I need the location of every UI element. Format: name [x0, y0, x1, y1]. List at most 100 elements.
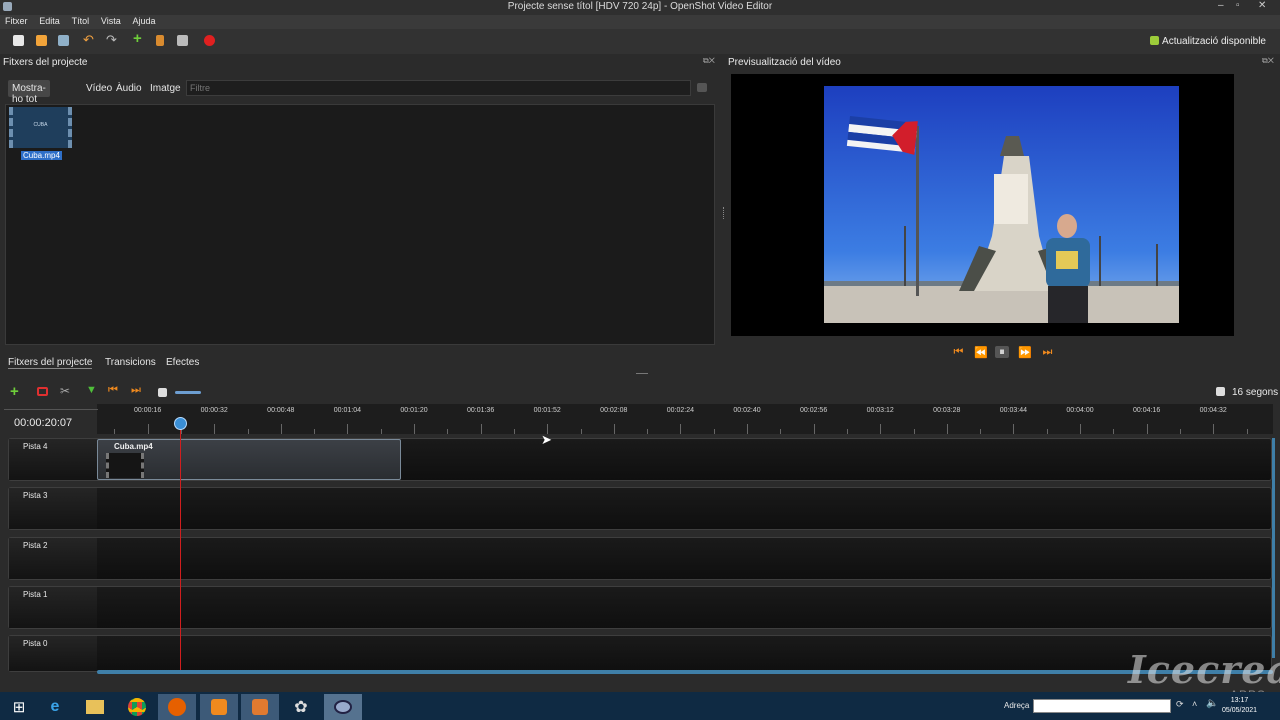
ruler-tick: [880, 424, 882, 434]
track-3[interactable]: Pista 3: [8, 487, 1272, 530]
ruler-tick: [647, 429, 649, 434]
clip-thumbnail: [106, 453, 144, 478]
tray-up-icon[interactable]: ˄: [1192, 699, 1197, 709]
taskbar-app-orange[interactable]: [200, 694, 238, 720]
close-button[interactable]: ✕: [1258, 0, 1266, 11]
taskbar-openshot[interactable]: [324, 694, 362, 720]
volume-icon[interactable]: 🔈: [1206, 698, 1218, 709]
menu-file[interactable]: Fitxer: [0, 15, 32, 26]
firefox-icon: [168, 698, 186, 716]
ruler-tick: [1146, 424, 1148, 434]
filter-input[interactable]: [186, 80, 691, 96]
playhead-line: [180, 424, 181, 672]
zoom-checkbox[interactable]: [1216, 387, 1225, 396]
dock-splitter[interactable]: [636, 373, 648, 374]
timeline-vscrollbar[interactable]: [1272, 438, 1275, 658]
track-header[interactable]: Pista 2: [9, 538, 97, 579]
add-track-icon[interactable]: +: [10, 383, 19, 400]
add-marker-icon[interactable]: ▼: [86, 384, 97, 396]
snap-icon[interactable]: [37, 387, 48, 396]
files-panel-close-icon[interactable]: ⧉✕: [703, 56, 715, 66]
ruler-label: 00:01:04: [333, 407, 362, 414]
ruler-label: 00:03:44: [999, 407, 1028, 414]
ruler-label: 00:00:48: [267, 407, 295, 414]
filter-image[interactable]: Imatge: [146, 80, 185, 97]
timeline-clip[interactable]: Cuba.mp4: [97, 439, 401, 480]
address-input[interactable]: [1033, 699, 1171, 713]
track-header[interactable]: Pista 0: [9, 636, 97, 671]
profile-icon[interactable]: [156, 35, 164, 46]
preview-panel-close-icon[interactable]: ⧉✕: [1262, 56, 1274, 66]
next-marker-icon[interactable]: ⏭: [131, 384, 141, 397]
filter-show-all[interactable]: Mostra-ho tot: [8, 80, 50, 105]
ruler-label: 00:02:24: [666, 407, 695, 414]
menu-title[interactable]: Títol: [67, 15, 94, 26]
track-header[interactable]: Pista 1: [9, 587, 97, 628]
file-name-label[interactable]: Cuba.mp4: [21, 151, 62, 160]
menu-view[interactable]: Vista: [96, 15, 125, 26]
ruler-label: 00:01:36: [466, 407, 495, 414]
taskbar-chrome[interactable]: [118, 694, 156, 720]
razor-icon[interactable]: ✂: [60, 384, 70, 398]
center-timeline-icon[interactable]: [158, 388, 167, 397]
track-0[interactable]: Pista 0: [8, 635, 1272, 672]
menu-help[interactable]: Ajuda: [128, 15, 160, 26]
rewind-icon[interactable]: ⏪: [974, 346, 988, 359]
ruler-label: 00:04:16: [1132, 407, 1161, 414]
ruler-divider: [4, 409, 98, 410]
maximize-button[interactable]: ▫: [1236, 0, 1240, 11]
tab-effects[interactable]: Efectes: [166, 357, 199, 368]
tab-transitions[interactable]: Transicions: [105, 357, 156, 368]
undo-icon[interactable]: ↶: [83, 32, 97, 47]
open-project-icon[interactable]: [36, 35, 47, 46]
ruler-tick: [580, 429, 582, 434]
track-header[interactable]: Pista 4: [9, 439, 97, 480]
recorder-icon: [211, 699, 227, 715]
ruler-tick: [813, 424, 815, 434]
ruler-tick: [680, 424, 682, 434]
taskbar-firefox[interactable]: [158, 694, 196, 720]
timeline-scrollbar[interactable]: [97, 670, 1273, 674]
timeline-toolbar: + ✂ ▼ ⏮ ⏭ 16 segons: [0, 382, 1280, 402]
ruler-label: 00:00:32: [200, 407, 228, 414]
tab-project-files[interactable]: Fitxers del projecte: [8, 357, 93, 369]
track-1[interactable]: Pista 1: [8, 586, 1272, 629]
taskbar-ie[interactable]: e: [36, 694, 74, 720]
track-header[interactable]: Pista 3: [9, 488, 97, 529]
filter-audio[interactable]: Àudio: [112, 80, 146, 97]
timeline-ruler[interactable]: 00:00:16 00:00:32 00:00:48 00:01:04 00:01:20…: [97, 404, 1273, 434]
export-video-icon[interactable]: [204, 35, 215, 46]
taskbar: ⊞ e ✿ Adreça ⟳ ˄ 🔈 13:17 05/05/2021: [0, 692, 1280, 720]
update-available-button[interactable]: Actualització disponible: [1150, 36, 1266, 47]
track-label: Pista 2: [23, 541, 48, 550]
zoom-slider[interactable]: [175, 391, 201, 394]
taskbar-app-orange-2[interactable]: [241, 694, 279, 720]
pause-button[interactable]: ⏸: [995, 346, 1009, 358]
splitter-handle[interactable]: [723, 207, 725, 219]
redo-icon[interactable]: ↷: [106, 32, 120, 47]
fast-forward-icon[interactable]: ⏩: [1018, 346, 1032, 359]
refresh-icon[interactable]: ⟳: [1176, 699, 1184, 710]
track-2[interactable]: Pista 2: [8, 537, 1272, 580]
new-project-icon[interactable]: [13, 35, 24, 46]
playhead-handle[interactable]: [174, 417, 187, 430]
previous-marker-icon[interactable]: ⏮: [108, 384, 118, 397]
jump-start-icon[interactable]: ⏮: [952, 346, 965, 358]
menu-edit[interactable]: Edita: [34, 15, 64, 26]
save-project-icon[interactable]: [58, 35, 69, 46]
fullscreen-icon[interactable]: [177, 35, 188, 46]
file-thumbnail[interactable]: CUBA: [9, 107, 72, 148]
import-files-icon[interactable]: +: [133, 30, 144, 47]
internet-explorer-icon: e: [50, 698, 60, 715]
video-frame: [824, 86, 1179, 323]
start-button[interactable]: ⊞: [0, 694, 38, 720]
openshot-icon: [334, 700, 352, 714]
system-clock[interactable]: 13:17 05/05/2021: [1222, 696, 1257, 716]
minimize-button[interactable]: –: [1218, 0, 1224, 11]
clear-filter-icon[interactable]: [697, 83, 707, 92]
jump-end-icon[interactable]: ⏭: [1041, 346, 1054, 358]
ruler-tick: [480, 424, 482, 434]
taskbar-explorer[interactable]: [76, 694, 114, 720]
ruler-tick: [1080, 424, 1081, 434]
taskbar-app-tool[interactable]: ✿: [282, 694, 320, 720]
